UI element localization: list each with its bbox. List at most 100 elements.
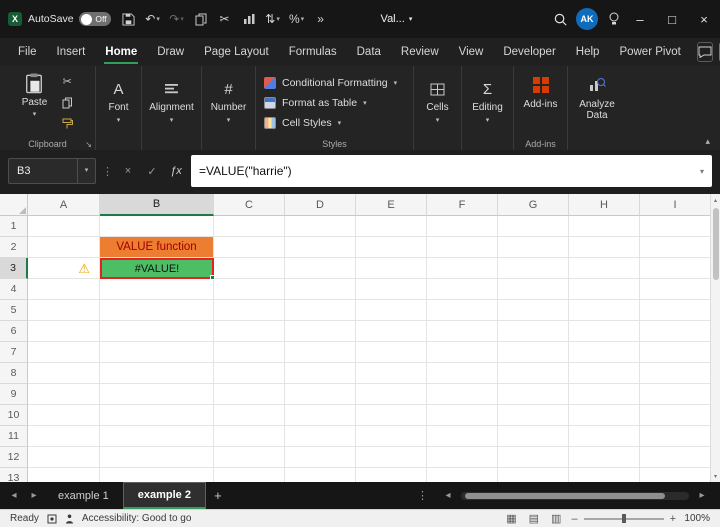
- cell-I3[interactable]: [640, 258, 710, 279]
- cell-B9[interactable]: [100, 384, 214, 405]
- cell-C6[interactable]: [214, 321, 285, 342]
- cell-D1[interactable]: [285, 216, 356, 237]
- cell-F6[interactable]: [427, 321, 498, 342]
- column-header-F[interactable]: F: [427, 194, 498, 216]
- cell-D6[interactable]: [285, 321, 356, 342]
- cell-C10[interactable]: [214, 405, 285, 426]
- editing-group-button[interactable]: Σ Editing ▾: [472, 70, 503, 125]
- autosave-control[interactable]: AutoSave Off: [28, 12, 111, 26]
- redo-icon[interactable]: ↷ ▾: [167, 7, 187, 31]
- cell-D12[interactable]: [285, 447, 356, 468]
- cell-C12[interactable]: [214, 447, 285, 468]
- sheet-tab-example-2[interactable]: example 2: [122, 482, 206, 509]
- cell-D5[interactable]: [285, 300, 356, 321]
- paste-button[interactable]: Paste ▾: [18, 70, 52, 120]
- number-group-button[interactable]: # Number ▾: [211, 70, 247, 125]
- cell-E2[interactable]: [356, 237, 427, 258]
- formula-bar-drag-handle[interactable]: ⋮: [102, 165, 113, 178]
- collapse-ribbon-icon[interactable]: ▴: [705, 136, 710, 147]
- horizontal-scrollbar[interactable]: ◂ ▸: [438, 490, 712, 501]
- cell-H1[interactable]: [569, 216, 640, 237]
- cell-I9[interactable]: [640, 384, 710, 405]
- cell-F7[interactable]: [427, 342, 498, 363]
- hscroll-right-icon[interactable]: ▸: [692, 490, 712, 501]
- cell-A9[interactable]: [28, 384, 100, 405]
- sort-icon[interactable]: ⇅ ▾: [263, 7, 283, 31]
- row-header-1[interactable]: 1: [0, 216, 28, 237]
- cell-C8[interactable]: [214, 363, 285, 384]
- cell-I5[interactable]: [640, 300, 710, 321]
- cell-A13[interactable]: [28, 468, 100, 482]
- row-header-3[interactable]: 3: [0, 258, 28, 279]
- copy-icon[interactable]: [57, 94, 77, 111]
- cancel-entry-icon[interactable]: ×: [119, 160, 137, 182]
- cell-E11[interactable]: [356, 426, 427, 447]
- cell-B7[interactable]: [100, 342, 214, 363]
- cell-E6[interactable]: [356, 321, 427, 342]
- name-box[interactable]: B3 ▾: [8, 158, 96, 184]
- ribbon-tab-view[interactable]: View: [449, 40, 494, 64]
- column-header-H[interactable]: H: [569, 194, 640, 216]
- zoom-slider-thumb[interactable]: [621, 514, 626, 523]
- cell-B8[interactable]: [100, 363, 214, 384]
- search-icon[interactable]: [550, 7, 570, 31]
- cell-F4[interactable]: [427, 279, 498, 300]
- zoom-out-icon[interactable]: –: [571, 513, 577, 525]
- cell-H5[interactable]: [569, 300, 640, 321]
- zoom-level[interactable]: 100%: [682, 513, 710, 524]
- cell-C4[interactable]: [214, 279, 285, 300]
- sheet-options-icon[interactable]: ⋮: [417, 489, 428, 502]
- cell-B11[interactable]: [100, 426, 214, 447]
- cell-C1[interactable]: [214, 216, 285, 237]
- cell-C2[interactable]: [214, 237, 285, 258]
- row-header-9[interactable]: 9: [0, 384, 28, 405]
- undo-icon[interactable]: ↶ ▾: [143, 7, 163, 31]
- row-header-10[interactable]: 10: [0, 405, 28, 426]
- cell-F5[interactable]: [427, 300, 498, 321]
- ribbon-tab-insert[interactable]: Insert: [47, 40, 96, 64]
- error-warning-icon[interactable]: ⚠: [78, 262, 90, 275]
- scroll-up-icon[interactable]: ▴: [714, 194, 717, 206]
- horizontal-scroll-track[interactable]: [461, 491, 689, 500]
- macro-record-icon[interactable]: [47, 514, 57, 524]
- chart-icon[interactable]: [239, 7, 259, 31]
- cell-A6[interactable]: [28, 321, 100, 342]
- addins-button[interactable]: Add-ins: [520, 70, 562, 112]
- number-format-icon[interactable]: % ▾: [287, 7, 307, 31]
- cell-A7[interactable]: [28, 342, 100, 363]
- sheet-nav-left-icon[interactable]: ◂: [4, 490, 24, 501]
- cell-F3[interactable]: [427, 258, 498, 279]
- cell-E7[interactable]: [356, 342, 427, 363]
- cell-E9[interactable]: [356, 384, 427, 405]
- expand-formula-bar-icon[interactable]: ▾: [700, 167, 704, 176]
- autosave-toggle[interactable]: Off: [78, 12, 111, 26]
- row-header-7[interactable]: 7: [0, 342, 28, 363]
- column-header-G[interactable]: G: [498, 194, 569, 216]
- row-header-2[interactable]: 2: [0, 237, 28, 258]
- cell-D13[interactable]: [285, 468, 356, 482]
- sheet-tab-example-1[interactable]: example 1: [44, 482, 123, 509]
- ribbon-tab-formulas[interactable]: Formulas: [279, 40, 347, 64]
- cell-A11[interactable]: [28, 426, 100, 447]
- cell-H7[interactable]: [569, 342, 640, 363]
- ribbon-tab-help[interactable]: Help: [566, 40, 610, 64]
- normal-view-icon[interactable]: ▦: [504, 512, 518, 525]
- row-header-8[interactable]: 8: [0, 363, 28, 384]
- cut-icon[interactable]: ✂: [215, 7, 235, 31]
- comments-button[interactable]: [696, 42, 713, 62]
- cell-H10[interactable]: [569, 405, 640, 426]
- copy-icon[interactable]: [191, 7, 211, 31]
- row-header-5[interactable]: 5: [0, 300, 28, 321]
- cell-G12[interactable]: [498, 447, 569, 468]
- cell-A2[interactable]: [28, 237, 100, 258]
- column-header-B[interactable]: B: [100, 194, 214, 216]
- cell-G2[interactable]: [498, 237, 569, 258]
- ribbon-tab-developer[interactable]: Developer: [493, 40, 565, 64]
- cell-G6[interactable]: [498, 321, 569, 342]
- cell-E1[interactable]: [356, 216, 427, 237]
- fill-handle[interactable]: [210, 275, 215, 280]
- cell-C9[interactable]: [214, 384, 285, 405]
- cell-A12[interactable]: [28, 447, 100, 468]
- cell-G7[interactable]: [498, 342, 569, 363]
- cut-icon[interactable]: ✂: [57, 73, 77, 90]
